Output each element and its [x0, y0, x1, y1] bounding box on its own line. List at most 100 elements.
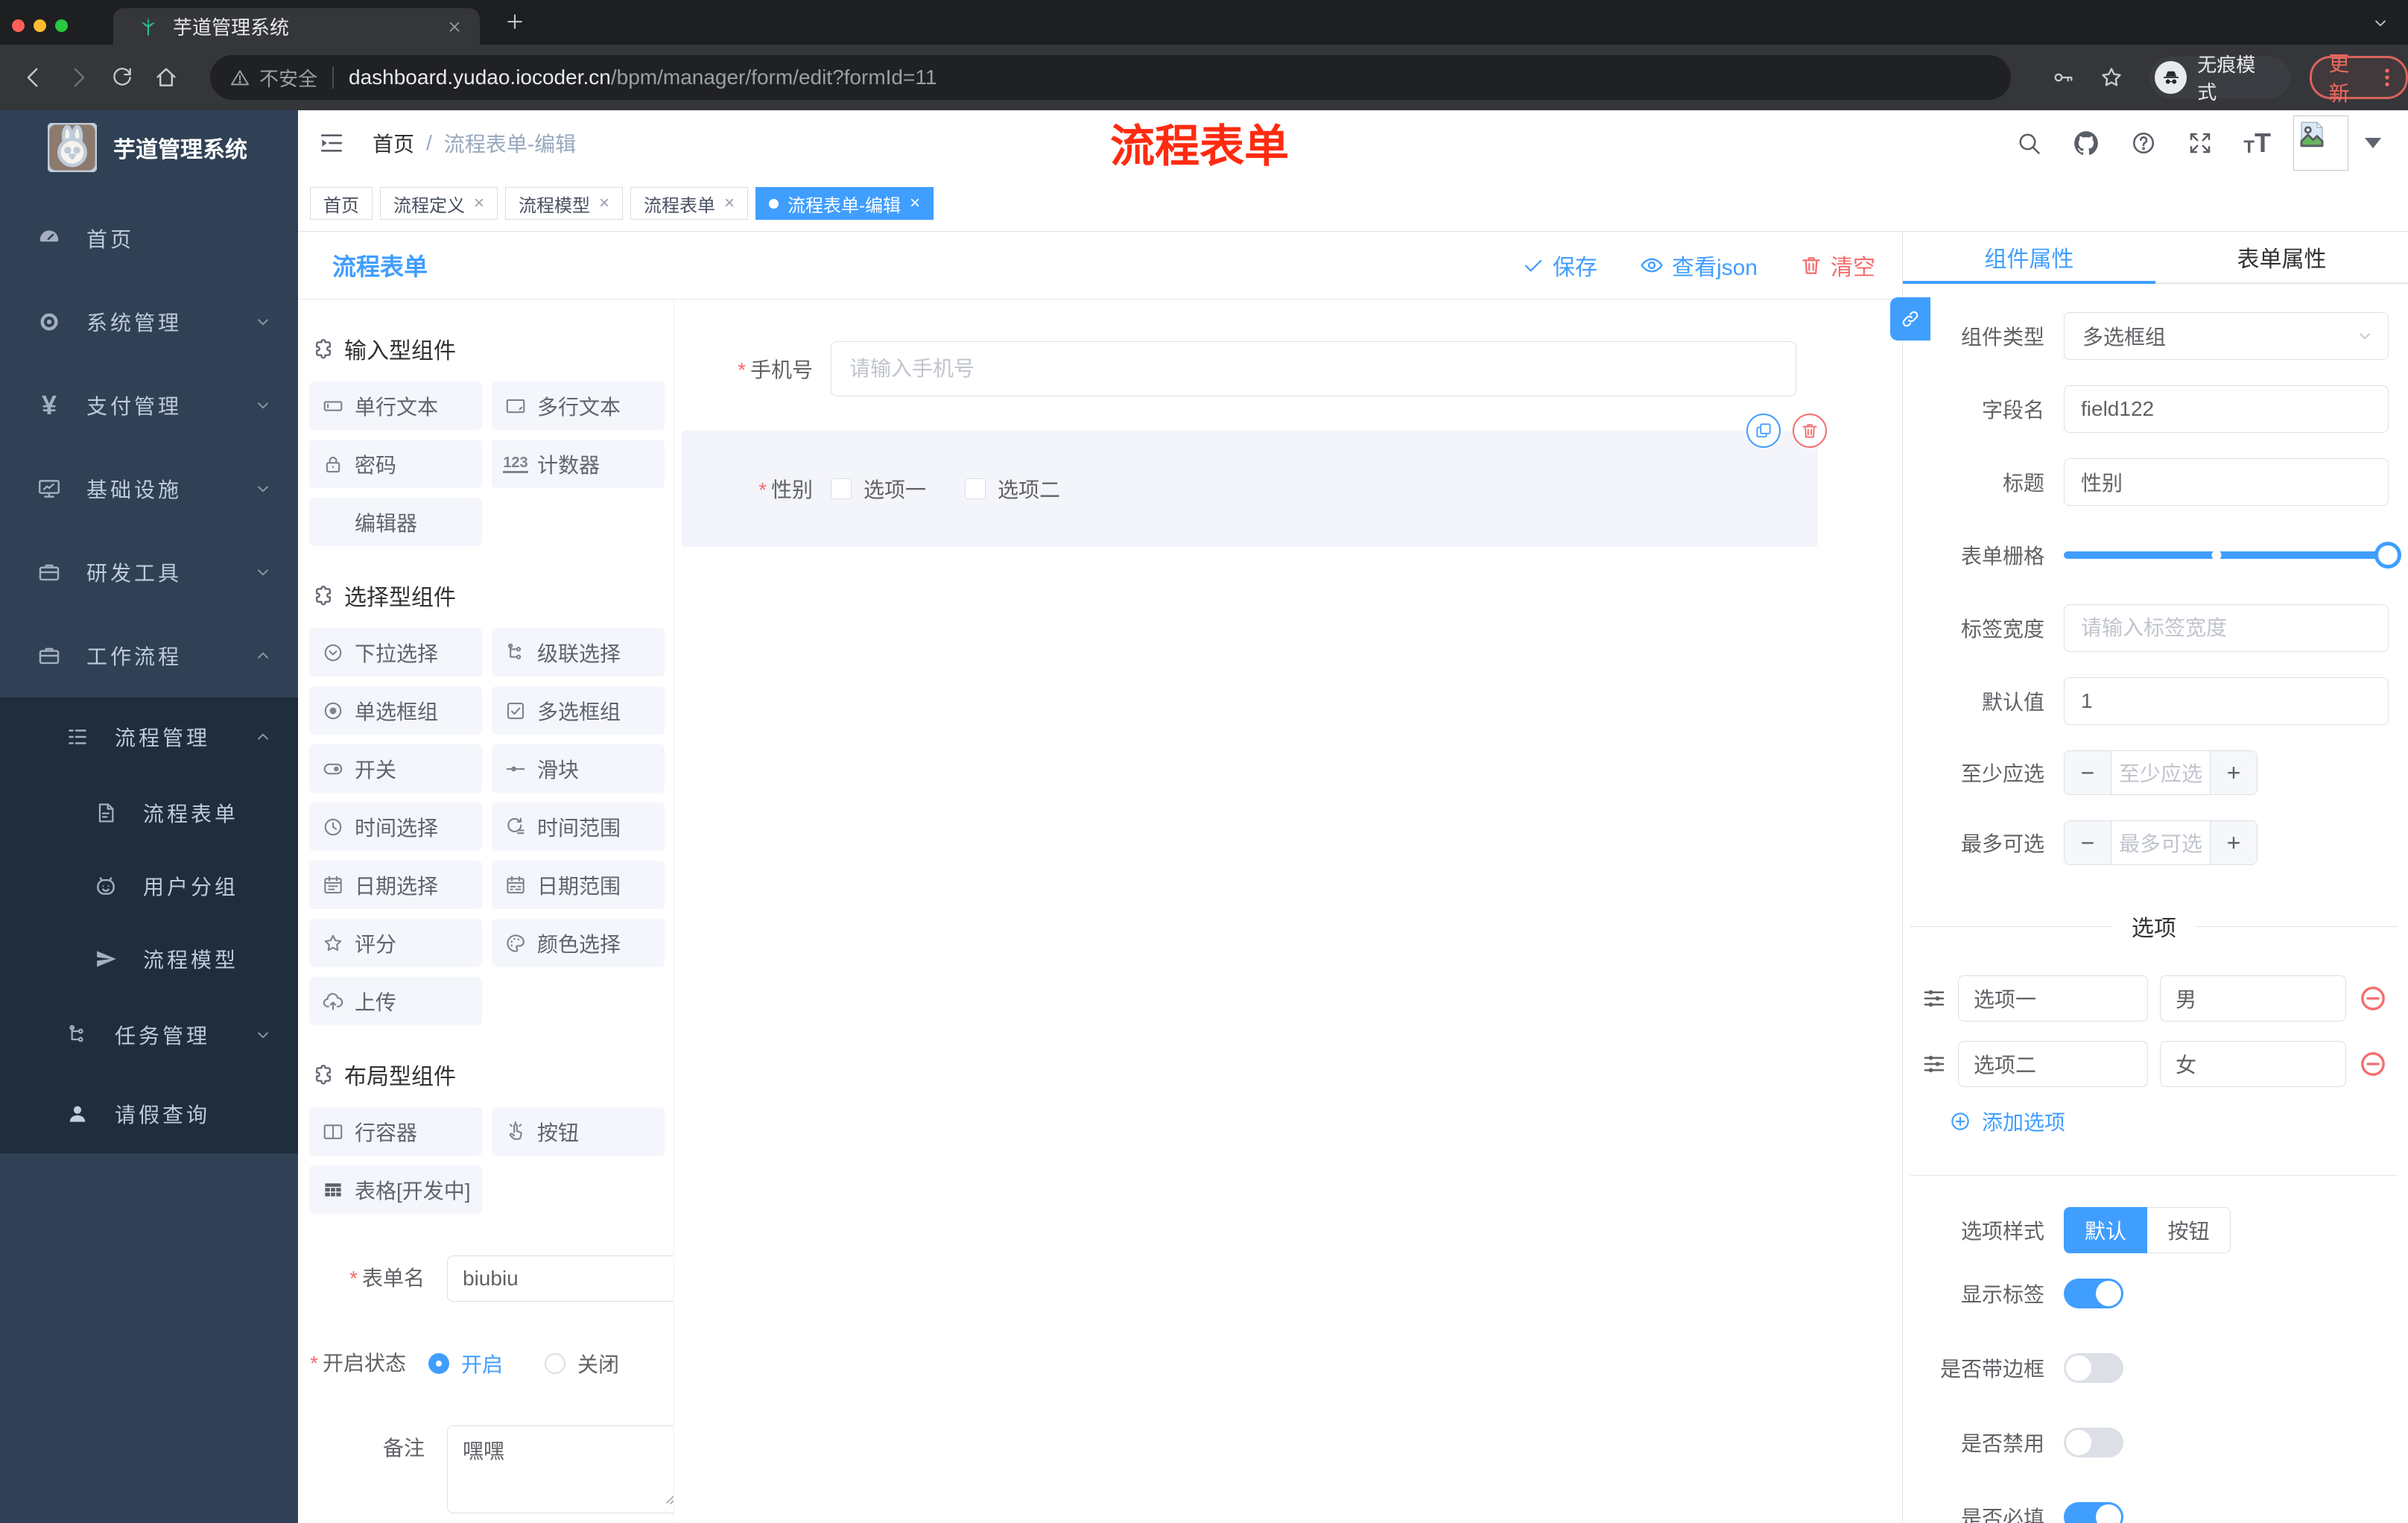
save-button[interactable]: 保存	[1521, 249, 1597, 282]
avatar[interactable]	[2293, 115, 2348, 171]
textarea-resize-grip[interactable]	[664, 1487, 674, 1511]
tab-search-chevron-icon[interactable]	[2371, 13, 2390, 33]
field-name-input[interactable]	[2064, 385, 2389, 433]
tag-close-icon[interactable]: ×	[474, 194, 484, 212]
fullscreen-icon[interactable]	[2187, 130, 2214, 156]
sidebar-item-process-manage[interactable]: 流程管理	[0, 697, 298, 776]
drag-handle-icon[interactable]	[1921, 985, 1948, 1012]
tag-process-form[interactable]: 流程表单 ×	[630, 187, 749, 220]
sidebar-item-home[interactable]: 首页	[0, 197, 298, 280]
delete-field-button[interactable]	[1793, 414, 1827, 448]
tag-close-icon[interactable]: ×	[599, 194, 609, 212]
title-input[interactable]	[2064, 458, 2389, 506]
forward-icon[interactable]	[66, 65, 91, 90]
sidebar-item-devtools[interactable]: 研发工具	[0, 531, 298, 614]
tab-form-props[interactable]: 表单属性	[2155, 232, 2408, 282]
tag-close-icon[interactable]: ×	[724, 194, 735, 212]
new-tab-button[interactable]	[504, 10, 526, 33]
zoom-window-button[interactable]	[55, 19, 68, 32]
show-label-toggle[interactable]	[2064, 1279, 2123, 1308]
address-bar[interactable]: 不安全 dashboard.yudao.iocoder.cn/bpm/manag…	[210, 55, 2012, 100]
component-counter[interactable]: 123 计数器	[492, 440, 665, 488]
tag-home[interactable]: 首页	[310, 187, 373, 220]
option2-value-input[interactable]	[2160, 1041, 2346, 1087]
disabled-toggle[interactable]	[2064, 1428, 2123, 1457]
component-single-text[interactable]: 单行文本	[309, 381, 482, 430]
component-type-select[interactable]: 多选框组	[2064, 312, 2389, 360]
component-cascader[interactable]: 级联选择	[492, 628, 665, 677]
copy-field-button[interactable]	[1746, 414, 1781, 448]
phone-field-input[interactable]	[831, 341, 1796, 396]
form-grid-slider[interactable]	[2064, 531, 2401, 579]
browser-menu-dots-icon[interactable]	[2374, 65, 2400, 90]
label-width-input[interactable]	[2064, 604, 2389, 652]
border-toggle[interactable]	[2064, 1353, 2123, 1383]
sidebar-item-process-model[interactable]: 流程模型	[0, 922, 298, 995]
max-select-placeholder[interactable]: 最多可选	[2111, 821, 2210, 864]
component-slider[interactable]: 滑块	[492, 744, 665, 793]
component-rate[interactable]: 评分	[309, 919, 482, 967]
decrease-button[interactable]: −	[2065, 751, 2111, 794]
sidebar-item-infra[interactable]: 基础设施	[0, 447, 298, 531]
component-time-picker[interactable]: 时间选择	[309, 802, 482, 851]
sidebar-item-task-manage[interactable]: 任务管理	[0, 995, 298, 1074]
sidebar-item-system[interactable]: 系统管理	[0, 280, 298, 364]
password-key-icon[interactable]	[2051, 66, 2075, 89]
component-row-container[interactable]: 行容器	[309, 1107, 482, 1156]
component-select[interactable]: 下拉选择	[309, 628, 482, 677]
add-option-button[interactable]: 添加选项	[1949, 1106, 2408, 1136]
style-default-button[interactable]: 默认	[2064, 1207, 2147, 1253]
slider-handle[interactable]	[2374, 542, 2401, 569]
help-icon[interactable]	[2130, 130, 2157, 156]
tag-close-icon[interactable]: ×	[910, 194, 920, 212]
back-icon[interactable]	[21, 65, 46, 90]
sidebar-collapse-icon[interactable]	[317, 129, 346, 157]
component-checkbox-group[interactable]: 多选框组	[492, 686, 665, 735]
sidebar-logo-row[interactable]: 芋道管理系统	[0, 110, 298, 185]
canvas-field-gender-selected[interactable]: * 性别 选项一 选项二	[682, 414, 1827, 547]
reload-icon[interactable]	[110, 66, 134, 89]
canvas-field-phone[interactable]: * 手机号	[674, 341, 1796, 396]
home-icon[interactable]	[153, 65, 179, 90]
close-window-button[interactable]	[12, 19, 25, 32]
component-date-range[interactable]: 日期范围	[492, 861, 665, 909]
min-select-placeholder[interactable]: 至少应选	[2111, 751, 2210, 794]
component-time-range[interactable]: 时间范围	[492, 802, 665, 851]
component-editor[interactable]: 编辑器	[309, 498, 482, 546]
slider-track[interactable]	[2064, 542, 2401, 569]
remove-option-button[interactable]	[2358, 984, 2388, 1013]
tag-process-form-edit[interactable]: 流程表单-编辑 ×	[755, 187, 934, 220]
tab-close-icon[interactable]	[446, 18, 463, 36]
tab-component-props[interactable]: 组件属性	[1903, 232, 2155, 284]
tag-process-definition[interactable]: 流程定义 ×	[380, 187, 498, 220]
component-upload[interactable]: 上传	[309, 977, 482, 1025]
option1-label-input[interactable]	[1958, 975, 2148, 1022]
sidebar-item-payment[interactable]: ¥ 支付管理	[0, 364, 298, 447]
status-on-radio[interactable]: 开启	[428, 1349, 503, 1378]
browser-tab[interactable]: 芋道管理系统	[113, 8, 480, 45]
increase-button[interactable]: +	[2210, 821, 2257, 864]
font-size-icon[interactable]: TT	[2243, 130, 2271, 156]
component-date-picker[interactable]: 日期选择	[309, 861, 482, 909]
link-tab[interactable]	[1890, 297, 1930, 341]
sidebar-item-process-form[interactable]: 流程表单	[0, 776, 298, 849]
default-value-input[interactable]	[2064, 677, 2389, 725]
increase-button[interactable]: +	[2210, 751, 2257, 794]
option1-value-input[interactable]	[2160, 975, 2346, 1022]
form-remark-textarea[interactable]: 嘿嘿	[447, 1425, 674, 1513]
component-multi-text[interactable]: 多行文本	[492, 381, 665, 430]
bookmark-star-icon[interactable]	[2099, 65, 2124, 90]
sidebar-item-leave-query[interactable]: 请假查询	[0, 1074, 298, 1153]
window-controls[interactable]	[12, 19, 68, 32]
component-radio-group[interactable]: 单选框组	[309, 686, 482, 735]
decrease-button[interactable]: −	[2065, 821, 2111, 864]
sidebar-item-workflow[interactable]: 工作流程	[0, 614, 298, 697]
component-button[interactable]: 按钮	[492, 1107, 665, 1156]
component-table-dev[interactable]: 表格[开发中]	[309, 1165, 482, 1214]
status-off-radio[interactable]: 关闭	[545, 1349, 619, 1378]
drag-handle-icon[interactable]	[1921, 1051, 1948, 1077]
required-toggle[interactable]	[2064, 1502, 2123, 1523]
breadcrumb-home[interactable]: 首页	[373, 128, 414, 158]
component-switch[interactable]: 开关	[309, 744, 482, 793]
view-json-button[interactable]: 查看json	[1639, 249, 1758, 282]
